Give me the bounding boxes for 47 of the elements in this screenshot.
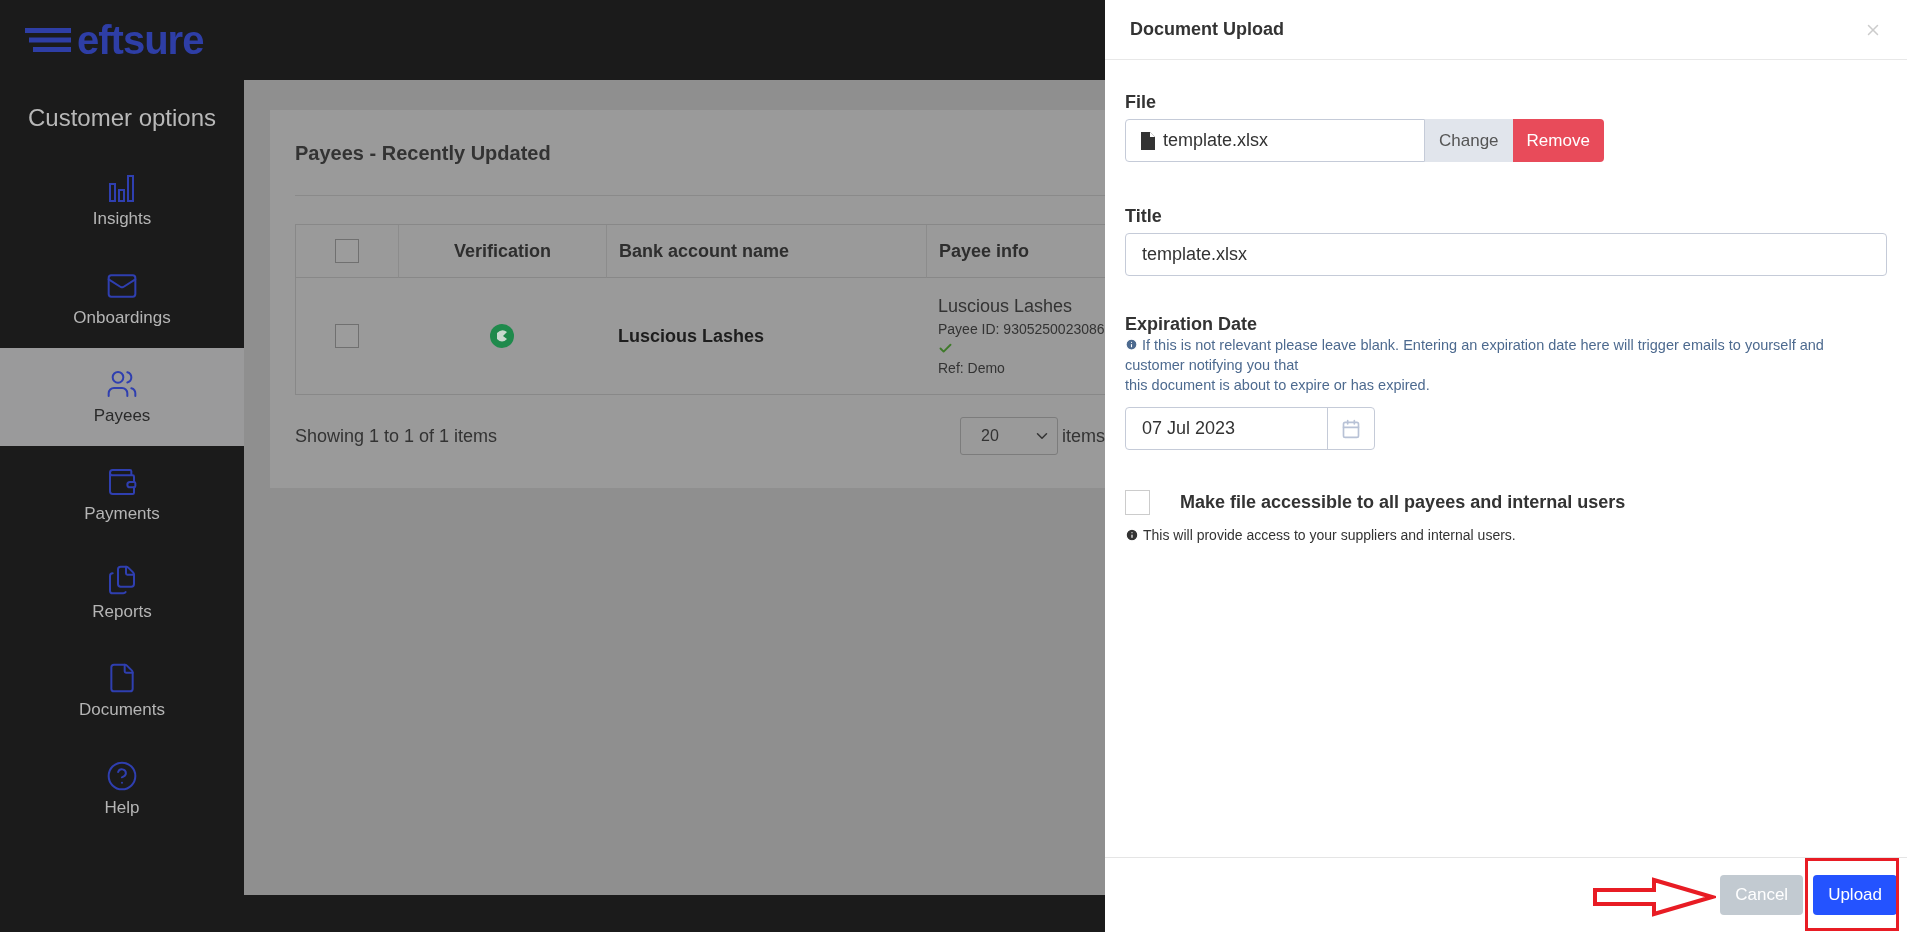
calendar-icon[interactable] — [1341, 418, 1361, 439]
sidebar-item[interactable]: Help — [0, 740, 244, 838]
users-icon — [106, 368, 138, 400]
file-field[interactable]: template.xlsx — [1125, 119, 1425, 162]
payee-name: Luscious Lashes — [938, 296, 1073, 317]
payee-ref: Ref: Demo — [938, 360, 1005, 376]
checkbox-label: Make file accessible to all payees and internal users — [1180, 492, 1626, 513]
help-icon — [106, 760, 138, 792]
column-header: Bank account name — [606, 225, 926, 278]
document-icon — [1141, 131, 1155, 150]
info-icon — [1125, 338, 1138, 351]
sidebar-item[interactable]: Payees — [0, 348, 244, 446]
field-label: Title — [1125, 206, 1163, 227]
column-header: Verification — [398, 225, 606, 278]
field-label: Expiration Date — [1125, 314, 1259, 335]
page-size-select[interactable]: 20 — [960, 417, 1058, 455]
sidebar-title: Customer options — [26, 103, 218, 133]
table-cell: Luscious Lashes — [618, 325, 765, 347]
check-icon — [938, 341, 953, 356]
sidebar-item[interactable]: Insights — [0, 152, 244, 250]
change-button[interactable]: Change — [1425, 119, 1513, 162]
select-all-checkbox[interactable] — [335, 239, 359, 263]
pagination-summary: Showing 1 to 1 of 1 items — [295, 425, 498, 447]
sidebar-item[interactable]: Reports — [0, 544, 244, 642]
info-icon — [1125, 528, 1139, 542]
sidebar-item[interactable]: Documents — [0, 642, 244, 740]
bar-chart-icon — [107, 173, 137, 203]
help-text: this document is about to expire or has expired. — [1125, 376, 1431, 395]
date-field[interactable]: 07 Jul 2023 — [1125, 407, 1375, 450]
verified-badge-icon — [490, 324, 514, 348]
row-checkbox[interactable] — [335, 324, 359, 348]
modal-title: Document Upload — [1130, 19, 1284, 40]
field-label: File — [1125, 92, 1157, 113]
card-title: Payees - Recently Updated — [295, 110, 1105, 196]
title-field[interactable]: template.xlsx — [1125, 233, 1887, 276]
page-size-label: items — [1062, 425, 1105, 447]
logo-stripes-icon — [25, 28, 71, 52]
note-text: This will provide access to your suppliers and internal users. — [1143, 527, 1516, 543]
files-icon — [106, 564, 138, 596]
sidebar-item[interactable]: Onboardings — [0, 250, 244, 348]
sidebar-item[interactable]: Payments — [0, 446, 244, 544]
wallet-icon — [106, 466, 138, 498]
logo: eftsure — [77, 17, 204, 63]
upload-button[interactable]: Upload — [1813, 875, 1897, 915]
share-checkbox[interactable] — [1125, 490, 1150, 515]
payee-id: Payee ID: 9305250023086 — [938, 321, 1105, 337]
remove-button[interactable]: Remove — [1512, 119, 1604, 162]
